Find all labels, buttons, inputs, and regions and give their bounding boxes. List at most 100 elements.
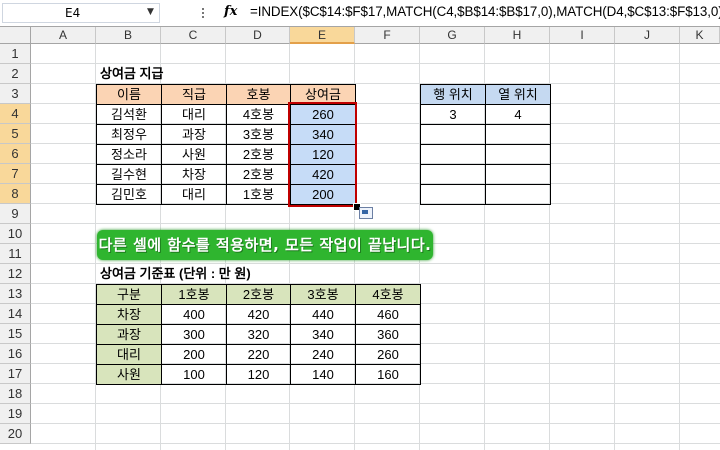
gridline — [31, 443, 720, 444]
table-cell[interactable]: 김석환 — [96, 104, 162, 125]
auto-fill-options-icon[interactable] — [359, 207, 373, 219]
table-cell[interactable]: 차장 — [161, 164, 227, 185]
table-cell[interactable]: 300 — [161, 324, 227, 345]
table-cell[interactable]: 4호봉 — [226, 104, 291, 125]
table-cell[interactable]: 정소라 — [96, 144, 162, 165]
table-cell[interactable]: 260 — [355, 344, 421, 365]
row-header-6[interactable]: 6 — [0, 144, 31, 164]
position-table-cell[interactable] — [420, 124, 486, 145]
insert-function-icon[interactable]: fx — [224, 4, 237, 19]
row-header-15[interactable]: 15 — [0, 324, 31, 344]
column-header-h[interactable]: H — [485, 27, 550, 44]
row-header-2[interactable]: 2 — [0, 64, 31, 84]
bonus-table-header[interactable]: 직급 — [161, 84, 227, 105]
row-header-8[interactable]: 8 — [0, 184, 31, 204]
name-box-value: E4 — [65, 6, 81, 20]
table-cell[interactable]: 420 — [226, 304, 291, 325]
table-cell[interactable]: 140 — [290, 364, 356, 385]
row-header-1[interactable]: 1 — [0, 44, 31, 64]
table-cell[interactable]: 440 — [290, 304, 356, 325]
table-cell[interactable]: 340 — [290, 324, 356, 345]
table-cell[interactable]: 대리 — [161, 184, 227, 205]
column-header-b[interactable]: B — [96, 27, 161, 44]
row-header-12[interactable]: 12 — [0, 264, 31, 284]
standard-table-row-label[interactable]: 과장 — [96, 324, 162, 345]
table-cell[interactable]: 사원 — [161, 144, 227, 165]
table-cell[interactable]: 김민호 — [96, 184, 162, 205]
standard-table-header[interactable]: 3호봉 — [290, 284, 356, 305]
row-header-11[interactable]: 11 — [0, 244, 31, 264]
standard-table-header[interactable]: 2호봉 — [226, 284, 291, 305]
table-cell[interactable]: 200 — [161, 344, 227, 365]
table-cell[interactable]: 100 — [161, 364, 227, 385]
table-cell[interactable]: 240 — [290, 344, 356, 365]
annotation-banner: 다른 셀에 함수를 적용하면, 모든 작업이 끝납니다. — [97, 230, 433, 260]
table-cell[interactable]: 1호봉 — [226, 184, 291, 205]
column-header-e[interactable]: E — [290, 27, 355, 44]
name-box-dropdown-icon[interactable]: ▼ — [147, 7, 154, 17]
row-header-19[interactable]: 19 — [0, 404, 31, 424]
row-header-13[interactable]: 13 — [0, 284, 31, 304]
table-cell[interactable]: 320 — [226, 324, 291, 345]
row-header-14[interactable]: 14 — [0, 304, 31, 324]
table-cell[interactable]: 대리 — [161, 104, 227, 125]
bonus-table-title[interactable]: 상여금 지급 — [96, 64, 296, 85]
table-cell[interactable]: 3호봉 — [226, 124, 291, 145]
table-cell[interactable]: 최정우 — [96, 124, 162, 145]
table-cell[interactable]: 과장 — [161, 124, 227, 145]
formula-input[interactable]: =INDEX($C$14:$F$17,MATCH(C4,$B$14:$B$17,… — [250, 4, 720, 19]
table-cell[interactable]: 길수현 — [96, 164, 162, 185]
standard-table-title[interactable]: 상여금 기준표 (단위 : 만 원) — [96, 264, 356, 285]
standard-table-row-label[interactable]: 대리 — [96, 344, 162, 365]
row-header-10[interactable]: 10 — [0, 224, 31, 244]
column-header-f[interactable]: F — [355, 27, 420, 44]
table-cell[interactable]: 120 — [226, 364, 291, 385]
worksheet-grid[interactable]: ABCDEFGHIJK 1 2 3 4 5 6 7 8 9 10 11 12 13 14 15 16 17 18 1… — [0, 27, 720, 450]
row-header-18[interactable]: 18 — [0, 384, 31, 404]
row-header-4[interactable]: 4 — [0, 104, 31, 124]
position-table-header[interactable]: 열 위치 — [485, 84, 551, 105]
table-cell[interactable]: 160 — [355, 364, 421, 385]
standard-table-header[interactable]: 구분 — [96, 284, 162, 305]
bonus-table-header[interactable]: 호봉 — [226, 84, 291, 105]
standard-table-header[interactable]: 1호봉 — [161, 284, 227, 305]
table-cell[interactable]: 400 — [161, 304, 227, 325]
column-header-a[interactable]: A — [31, 27, 96, 44]
position-table-cell[interactable]: 4 — [485, 104, 551, 125]
row-header-20[interactable]: 20 — [0, 424, 31, 444]
standard-table-row-label[interactable]: 사원 — [96, 364, 162, 385]
row-header-7[interactable]: 7 — [0, 164, 31, 184]
position-table-cell[interactable] — [420, 164, 486, 185]
row-header-16[interactable]: 16 — [0, 344, 31, 364]
name-box[interactable]: E4 ▼ — [2, 3, 160, 23]
standard-table-header[interactable]: 4호봉 — [355, 284, 421, 305]
column-header-i[interactable]: I — [550, 27, 615, 44]
row-header-9[interactable]: 9 — [0, 204, 31, 224]
table-cell[interactable]: 2호봉 — [226, 144, 291, 165]
column-header-c[interactable]: C — [161, 27, 226, 44]
position-table-cell[interactable] — [485, 184, 551, 205]
table-cell[interactable]: 460 — [355, 304, 421, 325]
position-table-cell[interactable]: 3 — [420, 104, 486, 125]
column-header-k[interactable]: K — [680, 27, 720, 44]
row-header-5[interactable]: 5 — [0, 124, 31, 144]
column-header-g[interactable]: G — [420, 27, 485, 44]
row-header-3[interactable]: 3 — [0, 84, 31, 104]
formula-bar-splitter-icon[interactable] — [200, 6, 206, 20]
table-cell[interactable]: 220 — [226, 344, 291, 365]
row-header-17[interactable]: 17 — [0, 364, 31, 384]
position-table-cell[interactable] — [420, 184, 486, 205]
position-table-cell[interactable] — [485, 124, 551, 145]
column-header-j[interactable]: J — [615, 27, 680, 44]
position-table-cell[interactable] — [485, 144, 551, 165]
bonus-table-header[interactable]: 이름 — [96, 84, 162, 105]
table-cell[interactable]: 2호봉 — [226, 164, 291, 185]
standard-table-row-label[interactable]: 차장 — [96, 304, 162, 325]
column-header-d[interactable]: D — [226, 27, 290, 44]
table-cell[interactable]: 360 — [355, 324, 421, 345]
position-table-cell[interactable] — [420, 144, 486, 165]
position-table-cell[interactable] — [485, 164, 551, 185]
select-all-corner[interactable] — [0, 27, 31, 44]
gridline — [614, 44, 615, 450]
position-table-header[interactable]: 행 위치 — [420, 84, 486, 105]
